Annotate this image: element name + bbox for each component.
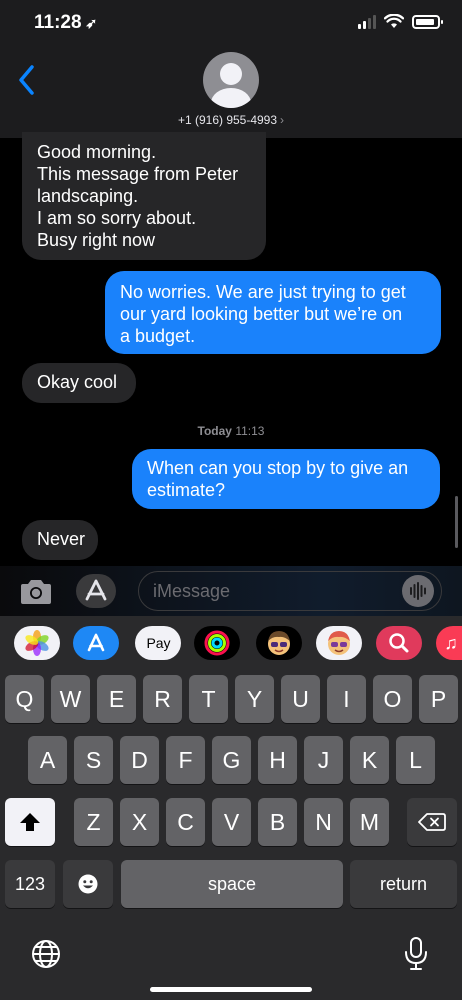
- key-n[interactable]: N: [304, 798, 343, 846]
- status-icons: [358, 14, 443, 29]
- key-z[interactable]: Z: [74, 798, 113, 846]
- cellular-signal-icon: [358, 14, 376, 29]
- battery-icon: [412, 14, 443, 29]
- globe-icon[interactable]: [30, 938, 62, 970]
- chevron-right-icon: ›: [280, 113, 285, 127]
- key-p[interactable]: P: [419, 675, 458, 723]
- key-b[interactable]: B: [258, 798, 297, 846]
- key-o[interactable]: O: [373, 675, 412, 723]
- key-k[interactable]: K: [350, 736, 389, 784]
- message-timestamp: Today 11:13: [197, 424, 265, 438]
- key-f[interactable]: F: [166, 736, 205, 784]
- message-bubble-incoming[interactable]: Okay cool: [22, 363, 136, 403]
- status-time: 11:28 ➶: [34, 12, 97, 34]
- time-text: 11:28: [34, 12, 82, 33]
- return-key[interactable]: return: [350, 860, 457, 908]
- emoji-icon: [78, 874, 98, 894]
- contact-avatar[interactable]: [203, 52, 259, 108]
- camera-icon[interactable]: [18, 578, 54, 606]
- home-indicator[interactable]: [150, 987, 312, 992]
- conversation-header: 11:28 ➶ +1 (916) 955-4993 ›: [0, 0, 462, 138]
- emoji-key[interactable]: [63, 860, 113, 908]
- delete-key[interactable]: [407, 798, 457, 846]
- shift-icon: [20, 813, 40, 831]
- wifi-icon: [384, 14, 404, 28]
- memoji-stickers-icon[interactable]: [316, 626, 362, 660]
- image-search-icon[interactable]: [376, 626, 422, 660]
- app-store-icon[interactable]: [73, 626, 119, 660]
- key-q[interactable]: Q: [5, 675, 44, 723]
- imessage-app-drawer: Pay ♫: [0, 616, 462, 670]
- apple-pay-icon[interactable]: Pay: [135, 626, 181, 660]
- key-c[interactable]: C: [166, 798, 205, 846]
- backspace-icon: [418, 813, 446, 831]
- scroll-indicator[interactable]: [455, 496, 458, 548]
- photos-icon[interactable]: [14, 626, 60, 660]
- key-l[interactable]: L: [396, 736, 435, 784]
- key-d[interactable]: D: [120, 736, 159, 784]
- key-t[interactable]: T: [189, 675, 228, 723]
- key-e[interactable]: E: [97, 675, 136, 723]
- waveform-icon: [410, 582, 426, 600]
- person-icon: [220, 63, 242, 85]
- message-input[interactable]: [138, 571, 442, 611]
- location-arrow-icon: ➶: [85, 15, 98, 31]
- message-bubble-outgoing[interactable]: No worries. We are just trying to get ou…: [105, 271, 441, 354]
- message-bubble-incoming[interactable]: Good morning. This message from Peter la…: [22, 132, 266, 260]
- keyboard: Q W E R T Y U I O P A S D F G H J K L Z …: [0, 670, 462, 1000]
- key-g[interactable]: G: [212, 736, 251, 784]
- key-m[interactable]: M: [350, 798, 389, 846]
- key-x[interactable]: X: [120, 798, 159, 846]
- key-h[interactable]: H: [258, 736, 297, 784]
- message-bubble-incoming[interactable]: Never: [22, 520, 98, 560]
- key-w[interactable]: W: [51, 675, 90, 723]
- app-store-button[interactable]: [76, 574, 116, 608]
- numbers-key[interactable]: 123: [5, 860, 55, 908]
- compose-bar: [0, 566, 462, 616]
- contact-number[interactable]: +1 (916) 955-4993 ›: [0, 113, 462, 127]
- key-s[interactable]: S: [74, 736, 113, 784]
- memoji-icon[interactable]: [256, 626, 302, 660]
- app-store-icon: [85, 579, 107, 601]
- music-icon[interactable]: ♫: [436, 626, 462, 660]
- back-button[interactable]: [16, 64, 38, 96]
- shift-key[interactable]: [5, 798, 55, 846]
- activity-icon[interactable]: [194, 626, 240, 660]
- message-bubble-outgoing[interactable]: When can you stop by to give an estimate…: [132, 449, 440, 509]
- audio-message-button[interactable]: [402, 575, 434, 607]
- space-key[interactable]: space: [121, 860, 343, 908]
- key-j[interactable]: J: [304, 736, 343, 784]
- key-r[interactable]: R: [143, 675, 182, 723]
- key-y[interactable]: Y: [235, 675, 274, 723]
- key-u[interactable]: U: [281, 675, 320, 723]
- key-a[interactable]: A: [28, 736, 67, 784]
- key-v[interactable]: V: [212, 798, 251, 846]
- microphone-icon[interactable]: [402, 936, 430, 972]
- key-i[interactable]: I: [327, 675, 366, 723]
